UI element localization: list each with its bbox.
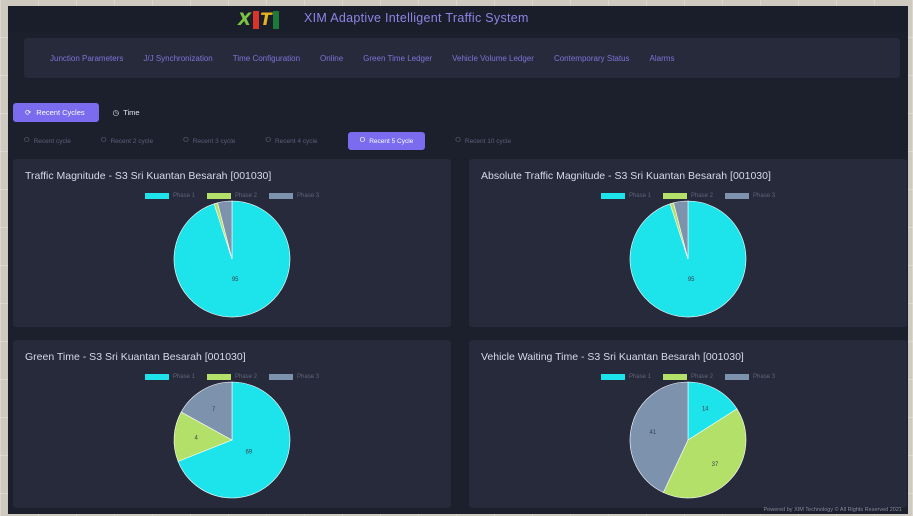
nav-jj-synchronization[interactable]: J/J Synchronization (143, 54, 212, 63)
tab-recent-10-cycle[interactable]: ⭘ Recent 10 cycle (455, 132, 511, 150)
mode-toggle: ⟳ Recent Cycles ◷ Time (13, 103, 140, 122)
tab-label: Recent 4 cycle (274, 137, 318, 145)
tab-recent-5-cycle[interactable]: ⭘ Recent 5 Cycle (347, 132, 426, 150)
pie-chart: 95 (629, 200, 747, 318)
tab-label: Recent cycle (33, 137, 71, 145)
tab-recent-3-cycle[interactable]: ⭘ Recent 3 cycle (183, 132, 235, 150)
tab-label: Recent 10 cycle (464, 137, 512, 145)
traffic-magnitude-panel: Traffic Magnitude - S3 Sri Kuantan Besar… (13, 159, 451, 327)
absolute-traffic-magnitude-panel: Absolute Traffic Magnitude - S3 Sri Kuan… (469, 159, 907, 327)
nav-green-time-ledger[interactable]: Green Time Ledger (363, 54, 432, 63)
app-window: X T XIM Adaptive Intelligent Traffic Sys… (8, 6, 908, 514)
pie-chart: 6947 (173, 381, 291, 499)
green-time-panel: Green Time - S3 Sri Kuantan Besarah [001… (13, 340, 451, 508)
pie-chart: 95 (173, 200, 291, 318)
tab-recent-4-cycle[interactable]: ⭘ Recent 4 cycle (265, 132, 317, 150)
lock-icon: ⭘ (455, 137, 461, 144)
clock-icon: ◷ (112, 108, 120, 117)
pie-slice-label: 37 (712, 462, 719, 468)
nav-contemporary-status[interactable]: Contemporary Status (554, 54, 630, 63)
vehicle-waiting-time-panel: Vehicle Waiting Time - S3 Sri Kuantan Be… (469, 340, 907, 508)
refresh-icon: ⟳ (25, 108, 32, 117)
nav-junction-parameters[interactable]: Junction Parameters (50, 54, 123, 63)
tab-label: Recent 3 cycle (192, 137, 236, 145)
nav-online[interactable]: Online (320, 54, 343, 63)
time-button[interactable]: ◷ Time (113, 108, 140, 117)
xim-logo: X T (238, 10, 290, 30)
tab-label: Recent 5 Cycle (369, 137, 414, 145)
pie-slice-label: 95 (688, 277, 695, 283)
lock-icon: ⭘ (24, 137, 30, 144)
logo-red-bar (253, 11, 260, 29)
recent-cycles-button[interactable]: ⟳ Recent Cycles (13, 103, 99, 122)
pie-slice-label: 95 (232, 277, 239, 283)
logo-letter-x: X (238, 10, 252, 30)
tab-label: Recent 2 cycle (110, 137, 154, 145)
lock-icon: ⭘ (183, 137, 189, 144)
footer-copyright: Powered by XIM Technology © All Rights R… (763, 507, 902, 513)
lock-icon: ⭘ (100, 137, 107, 144)
main-nav: Junction Parameters J/J Synchronization … (24, 38, 900, 78)
lock-icon: ⭘ (359, 137, 366, 144)
cycle-tabs: ⭘ Recent cycle ⭘ Recent 2 cycle ⭘ Recent… (24, 132, 511, 150)
pie-slice-label: 14 (702, 406, 709, 412)
tab-recent-cycle[interactable]: ⭘ Recent cycle (24, 132, 71, 150)
nav-alarms[interactable]: Alarms (650, 54, 675, 63)
lock-icon: ⭘ (265, 137, 271, 144)
pie-chart: 14 37 41 (629, 381, 747, 499)
app-title: XIM Adaptive Intelligent Traffic System (304, 11, 529, 25)
tab-recent-2-cycle[interactable]: ⭘ Recent 2 cycle (101, 132, 153, 150)
logo-letter-t: T (260, 10, 272, 30)
pie-slice-label: 69 (245, 449, 252, 455)
recent-cycles-label: Recent Cycles (36, 108, 85, 117)
nav-time-configuration[interactable]: Time Configuration (233, 54, 300, 63)
time-label: Time (123, 108, 140, 117)
nav-vehicle-volume-ledger[interactable]: Vehicle Volume Ledger (452, 54, 534, 63)
pie-slice-label: 41 (650, 430, 657, 436)
logo-green-bar (272, 11, 279, 29)
top-bar: X T XIM Adaptive Intelligent Traffic Sys… (8, 6, 908, 32)
